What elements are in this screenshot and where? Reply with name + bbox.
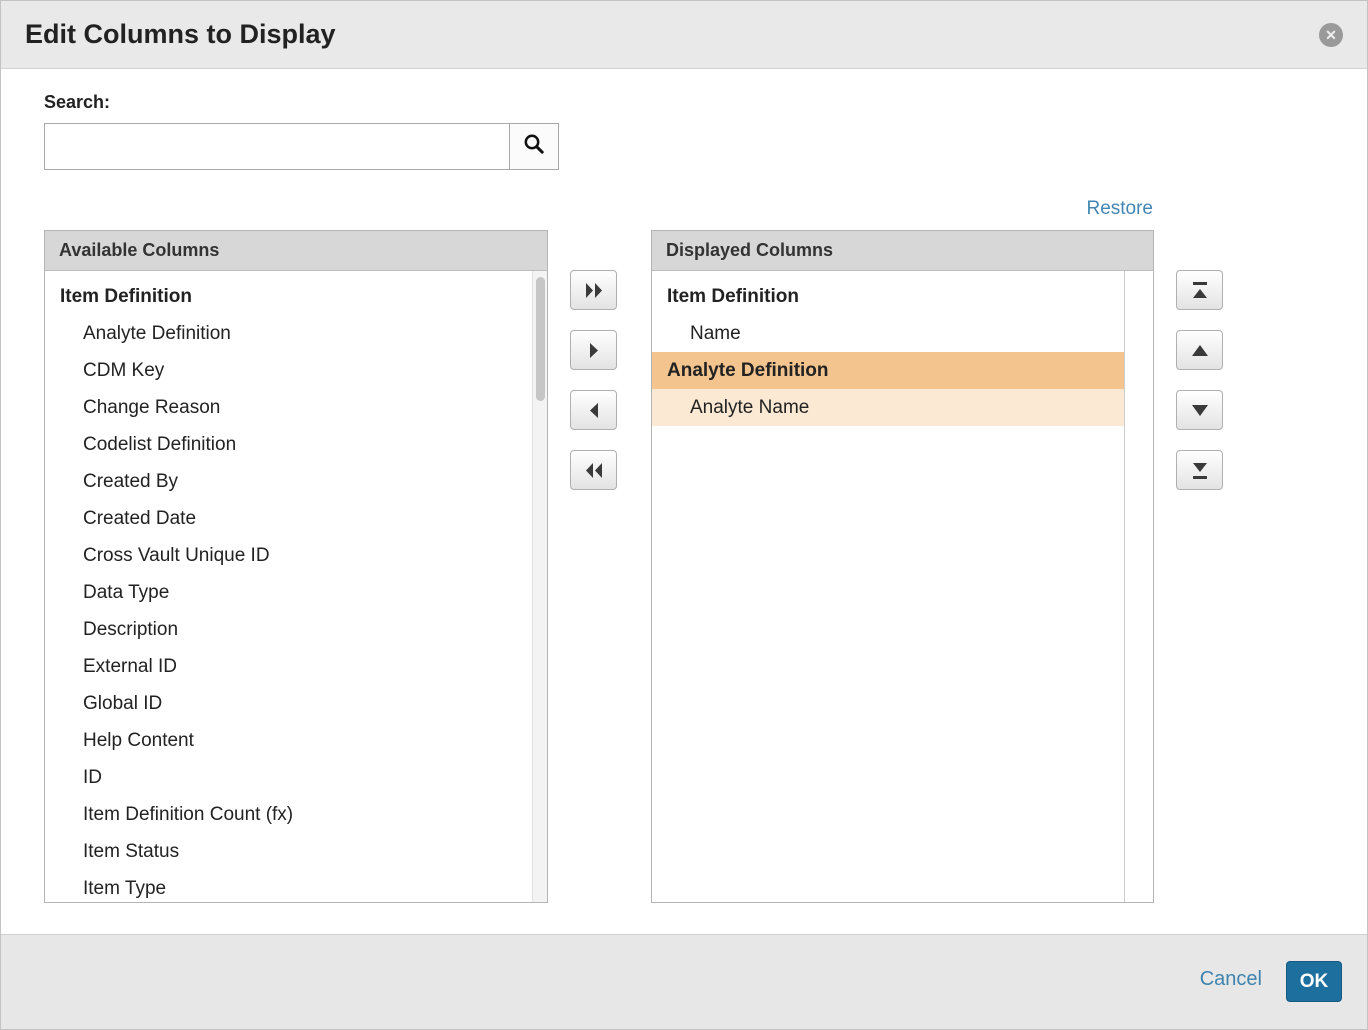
displayed-column-item[interactable]: Analyte Definition <box>652 352 1124 389</box>
available-column-item[interactable]: Created By <box>45 463 547 500</box>
displayed-column-item[interactable]: Item Definition <box>652 278 1124 315</box>
close-icon[interactable]: ✕ <box>1319 23 1343 47</box>
move-left-button[interactable] <box>570 390 617 430</box>
move-all-right-icon <box>585 283 603 298</box>
move-left-icon <box>589 403 599 418</box>
displayed-columns-panel: Displayed Columns Item DefinitionNameAna… <box>651 230 1154 903</box>
available-column-item[interactable]: External ID <box>45 648 547 685</box>
available-column-item[interactable]: Analyte Definition <box>45 315 547 352</box>
available-columns-header: Available Columns <box>45 231 547 271</box>
edit-columns-dialog: Edit Columns to Display ✕ Search: Restor… <box>0 0 1368 1030</box>
displayed-column-item[interactable]: Analyte Name <box>652 389 1124 426</box>
move-to-top-icon <box>1191 282 1209 299</box>
move-right-button[interactable] <box>570 330 617 370</box>
available-column-item[interactable]: Change Reason <box>45 389 547 426</box>
move-down-button[interactable] <box>1176 390 1223 430</box>
cancel-button[interactable]: Cancel <box>1200 968 1262 991</box>
available-column-item[interactable]: Help Content <box>45 722 547 759</box>
available-columns-panel: Available Columns Item DefinitionAnalyte… <box>44 230 548 903</box>
available-scrollbar-thumb[interactable] <box>536 277 545 401</box>
available-column-item[interactable]: Codelist Definition <box>45 426 547 463</box>
displayed-scrollbar-gutter <box>1124 271 1153 902</box>
search-icon <box>522 132 546 161</box>
available-column-item[interactable]: Description <box>45 611 547 648</box>
displayed-column-item[interactable]: Name <box>652 315 1124 352</box>
available-column-item[interactable]: Item Status <box>45 833 547 870</box>
move-all-right-button[interactable] <box>570 270 617 310</box>
available-column-item[interactable]: Data Type <box>45 574 547 611</box>
move-to-bottom-icon <box>1191 462 1209 479</box>
search-input[interactable] <box>44 123 509 170</box>
search-button[interactable] <box>509 123 559 170</box>
move-all-left-button[interactable] <box>570 450 617 490</box>
move-to-bottom-button[interactable] <box>1176 450 1223 490</box>
displayed-columns-header: Displayed Columns <box>652 231 1153 271</box>
available-scrollbar-track[interactable] <box>532 271 547 902</box>
search-label: Search: <box>44 92 110 113</box>
move-all-left-icon <box>585 463 603 478</box>
move-down-icon <box>1191 404 1209 417</box>
available-column-item[interactable]: Created Date <box>45 500 547 537</box>
available-columns-list: Item DefinitionAnalyte DefinitionCDM Key… <box>45 271 547 902</box>
available-column-item[interactable]: CDM Key <box>45 352 547 389</box>
dialog-title: Edit Columns to Display <box>25 19 336 50</box>
available-column-item[interactable]: Item Definition Count (fx) <box>45 796 547 833</box>
available-column-item[interactable]: Global ID <box>45 685 547 722</box>
dialog-header: Edit Columns to Display ✕ <box>1 1 1367 69</box>
available-column-item[interactable]: Item Definition <box>45 278 547 315</box>
dialog-footer: Cancel OK <box>1 934 1367 1029</box>
available-column-item[interactable]: ID <box>45 759 547 796</box>
restore-link[interactable]: Restore <box>1086 198 1153 220</box>
move-to-top-button[interactable] <box>1176 270 1223 310</box>
available-column-item[interactable]: Cross Vault Unique ID <box>45 537 547 574</box>
ok-button[interactable]: OK <box>1286 961 1342 1002</box>
displayed-columns-list: Item DefinitionNameAnalyte DefinitionAna… <box>652 271 1153 902</box>
move-up-button[interactable] <box>1176 330 1223 370</box>
move-right-icon <box>589 343 599 358</box>
available-column-item[interactable]: Item Type <box>45 870 547 902</box>
move-up-icon <box>1191 344 1209 357</box>
